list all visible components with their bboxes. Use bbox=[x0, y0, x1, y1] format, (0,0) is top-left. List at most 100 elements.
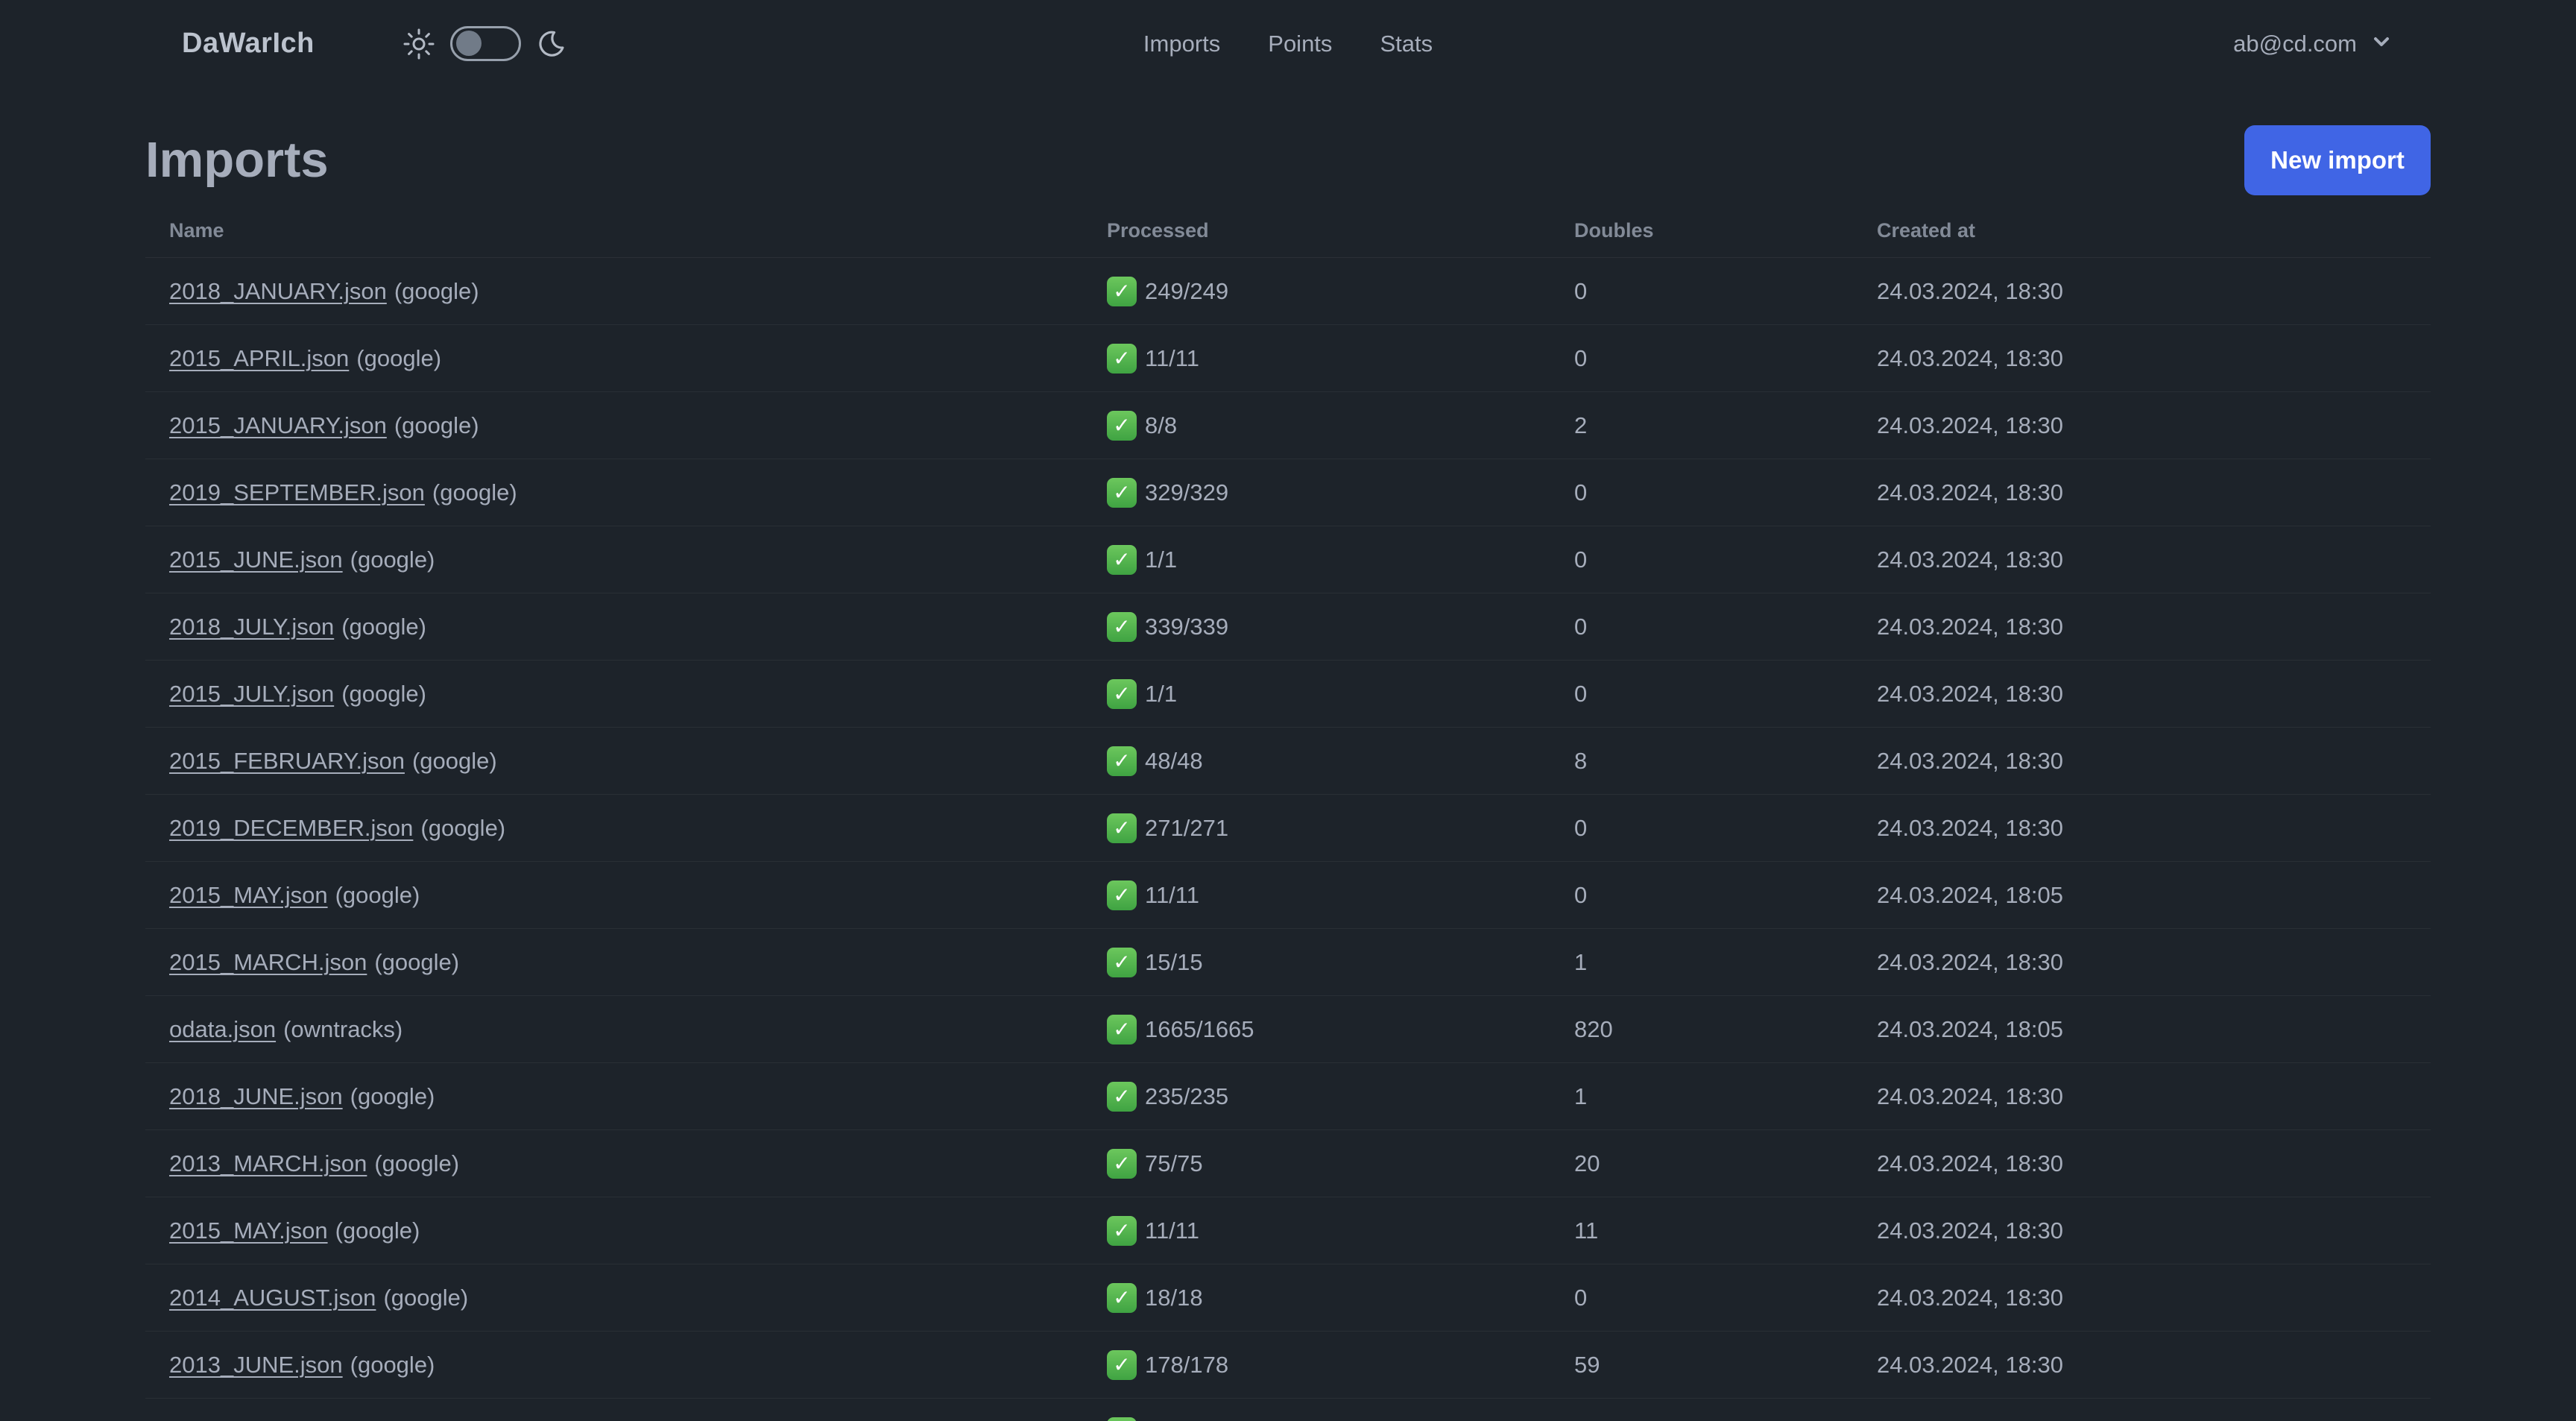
import-name-cell bbox=[169, 1419, 1107, 1421]
account-email: ab@cd.com bbox=[2233, 30, 2357, 57]
import-file-link[interactable]: 2019_SEPTEMBER.json bbox=[169, 479, 425, 505]
col-header-processed: Processed bbox=[1107, 219, 1209, 242]
import-name-cell: 2018_JULY.json (google) bbox=[169, 614, 1107, 640]
import-source: (google) bbox=[356, 344, 442, 371]
doubles-count: 1 bbox=[1574, 948, 1588, 975]
import-file-link[interactable]: 2015_FEBRUARY.json bbox=[169, 748, 405, 774]
processed-cell: 235/235 bbox=[1107, 1081, 1574, 1112]
created-at: 24.03.2024, 18:05 bbox=[1877, 881, 2063, 908]
table-row: 2019_DECEMBER.json (google) 271/271 0 24.… bbox=[145, 795, 2431, 862]
processed-count: 178/178 bbox=[1145, 1351, 1229, 1378]
check-icon bbox=[1107, 343, 1137, 374]
account-menu[interactable]: ab@cd.com bbox=[2233, 31, 2393, 57]
import-file-link[interactable]: 2015_JULY.json bbox=[169, 681, 334, 707]
nav-link-stats[interactable]: Stats bbox=[1380, 31, 1433, 57]
table-row: 2013_MARCH.json (google) 75/75 20 24.03.2… bbox=[145, 1130, 2431, 1197]
import-file-link[interactable]: 2014_AUGUST.json bbox=[169, 1285, 376, 1311]
table-row: odata.json (owntracks) 1665/1665 820 24.0… bbox=[145, 996, 2431, 1063]
created-at: 24.03.2024, 18:30 bbox=[1877, 277, 2063, 304]
import-source: (google) bbox=[394, 412, 479, 438]
import-file-link[interactable]: 2015_JANUARY.json bbox=[169, 412, 387, 438]
table-row: 2015_FEBRUARY.json(google) 48/48 8 24.03… bbox=[145, 728, 2431, 795]
doubles-count: 2 bbox=[1574, 412, 1588, 438]
doubles-count: 0 bbox=[1574, 881, 1588, 908]
import-file-link[interactable]: 2015_MAY.json bbox=[169, 882, 328, 908]
created-at: 24.03.2024, 18:05 bbox=[1877, 1015, 2063, 1042]
check-icon bbox=[1107, 813, 1137, 843]
created-at: 24.03.2024, 18:30 bbox=[1877, 1150, 2063, 1176]
import-file-link[interactable]: 2019_DECEMBER.json bbox=[169, 815, 413, 841]
import-source: (google) bbox=[432, 479, 517, 505]
processed-count: 11/11 bbox=[1145, 344, 1199, 371]
import-file-link[interactable]: 2018_JANUARY.json bbox=[169, 278, 387, 304]
import-file-link[interactable]: 2018_JULY.json bbox=[169, 614, 334, 640]
import-file-link[interactable]: 2015_MAY.json bbox=[169, 1217, 328, 1244]
processed-cell: 8/8 bbox=[1107, 410, 1574, 441]
processed-cell: 249/249 bbox=[1107, 276, 1574, 306]
table-row: 2014_AUGUST.json (google) 18/18 0 24.03.2… bbox=[145, 1264, 2431, 1332]
imports-table: Name Processed Doubles Created at 2018_J… bbox=[145, 204, 2431, 1421]
processed-count: 11/11 bbox=[1145, 881, 1199, 908]
check-icon bbox=[1107, 611, 1137, 642]
check-icon bbox=[1107, 276, 1137, 306]
table-row: 2018_JULY.json (google) 339/339 0 24.03.2… bbox=[145, 593, 2431, 661]
col-header-doubles: Doubles bbox=[1574, 219, 1654, 242]
import-source: (google) bbox=[350, 1351, 435, 1378]
import-name-cell: 2015_JANUARY.json (google) bbox=[169, 412, 1107, 439]
processed-count: 1/1 bbox=[1145, 546, 1178, 573]
import-file-link[interactable]: 2013_MARCH.json bbox=[169, 1150, 367, 1176]
check-icon bbox=[1107, 1282, 1137, 1313]
processed-count: 329/329 bbox=[1145, 479, 1229, 505]
processed-count: 18/18 bbox=[1145, 1284, 1203, 1311]
check-icon bbox=[1107, 410, 1137, 441]
doubles-count: 0 bbox=[1574, 546, 1588, 573]
import-source: (google) bbox=[394, 277, 479, 304]
processed-cell: 1/1 bbox=[1107, 678, 1574, 709]
app-logo[interactable]: DaWarIch bbox=[182, 28, 315, 60]
main-nav: Imports Points Stats bbox=[1143, 0, 1433, 87]
theme-switch-knob bbox=[455, 31, 482, 56]
processed-cell: 271/271 bbox=[1107, 813, 1574, 843]
nav-link-imports[interactable]: Imports bbox=[1143, 31, 1220, 57]
import-source: (owntracks) bbox=[283, 1015, 403, 1042]
created-at: 24.03.2024, 18:30 bbox=[1877, 680, 2063, 707]
import-file-link[interactable]: 2015_APRIL.json bbox=[169, 345, 349, 371]
import-file-link[interactable]: 2015_MARCH.json bbox=[169, 949, 367, 975]
processed-count: 1665/1665 bbox=[1145, 1015, 1254, 1042]
import-name-cell: 2018_JUNE.json (google) bbox=[169, 1083, 1107, 1110]
import-source: (google) bbox=[341, 680, 426, 707]
import-file-link[interactable]: 2018_JUNE.json bbox=[169, 1083, 343, 1109]
doubles-count: 1 bbox=[1574, 1083, 1588, 1109]
check-icon bbox=[1107, 678, 1137, 709]
doubles-count: 0 bbox=[1574, 344, 1588, 371]
import-file-link[interactable]: odata.json bbox=[169, 1016, 276, 1042]
import-source: (google) bbox=[350, 1083, 435, 1109]
theme-switch[interactable] bbox=[449, 26, 521, 61]
processed-count: 249/249 bbox=[1145, 277, 1229, 304]
import-source: (google) bbox=[411, 747, 497, 774]
import-name-cell: 2015_FEBRUARY.json (google) bbox=[169, 748, 1107, 775]
import-name-cell: 2015_APRIL.json (google) bbox=[169, 345, 1107, 372]
processed-cell: 11/11 bbox=[1107, 1215, 1574, 1246]
processed-cell: 48/48 bbox=[1107, 746, 1574, 776]
processed-cell: 18/18 bbox=[1107, 1282, 1574, 1313]
processed-cell: 75/75 bbox=[1107, 1148, 1574, 1179]
processed-cell: 15/15 bbox=[1107, 947, 1574, 977]
doubles-count: 8 bbox=[1574, 747, 1588, 774]
import-name-cell: 2019_SEPTEMBER.json (google) bbox=[169, 479, 1107, 506]
processed-count: 48/48 bbox=[1145, 747, 1203, 774]
table-row: 2018_JANUARY.json (google) 249/249 0 24.0… bbox=[145, 258, 2431, 325]
nav-link-points[interactable]: Points bbox=[1268, 31, 1332, 57]
import-file-link[interactable]: 2015_JUNE.json bbox=[169, 546, 343, 573]
import-name-cell: 2015_JUNE.json (google) bbox=[169, 546, 1107, 573]
processed-cell: 11/11 bbox=[1107, 343, 1574, 374]
table-row: 2015_JANUARY.json (google) 8/8 2 24.03.20… bbox=[145, 392, 2431, 459]
import-name-cell: 2015_MARCH.json (google) bbox=[169, 949, 1107, 976]
new-import-button[interactable]: New import bbox=[2244, 125, 2431, 195]
import-file-link[interactable]: 2013_JUNE.json bbox=[169, 1352, 343, 1378]
import-name-cell: 2014_AUGUST.json (google) bbox=[169, 1285, 1107, 1311]
import-name-cell: 2013_MARCH.json (google) bbox=[169, 1150, 1107, 1177]
processed-cell bbox=[1107, 1417, 1574, 1421]
import-source: (google) bbox=[341, 613, 426, 640]
table-row: 2015_MARCH.json (google) 15/15 1 24.03.20… bbox=[145, 929, 2431, 996]
